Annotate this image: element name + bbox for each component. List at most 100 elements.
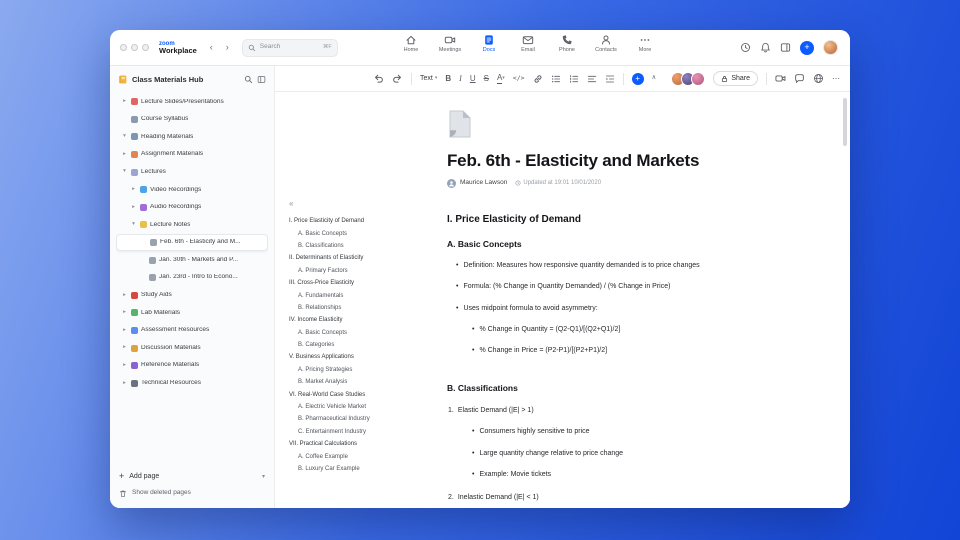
outline-item[interactable]: I. Price Elasticity of Demand: [289, 215, 441, 227]
add-page-chevron-icon[interactable]: ▾: [262, 474, 265, 480]
indent-button[interactable]: [605, 74, 615, 84]
sidebar-item[interactable]: ▸ Discussion Materials: [116, 339, 268, 357]
document-title[interactable]: Feb. 6th - Elasticity and Markets: [447, 151, 782, 171]
sidebar-item[interactable]: ▸ Audio Recordings: [116, 199, 268, 217]
chevron-right-icon[interactable]: ▸: [121, 292, 128, 299]
sidebar-item[interactable]: ▸ Lecture Slides/Presentations: [116, 93, 268, 111]
outline-item[interactable]: B. Pharmaceutical Industry: [289, 413, 441, 425]
insert-block-button[interactable]: +: [631, 72, 644, 85]
new-item-button[interactable]: +: [800, 40, 814, 55]
outline-item[interactable]: A. Basic Concepts: [289, 327, 441, 339]
sidebar-item[interactable]: Feb. 6th - Elasticity and M...: [116, 233, 268, 252]
sidebar-item[interactable]: ▸ Technical Resources: [116, 375, 268, 393]
sidebar-item[interactable]: ▸ Assignment Materials: [116, 146, 268, 164]
tab-contacts[interactable]: Contacts: [593, 34, 619, 54]
add-page-button[interactable]: + Add page ▾: [119, 472, 265, 481]
bell-icon[interactable]: [760, 42, 771, 53]
panel-toggle-icon[interactable]: [780, 42, 791, 53]
document-canvas[interactable]: « I. Price Elasticity of Demand A. Basic …: [275, 92, 850, 508]
global-search-input[interactable]: Search ⌘F: [241, 38, 338, 57]
video-call-button[interactable]: [775, 73, 786, 84]
outline-item[interactable]: B. Market Analysis: [289, 376, 441, 388]
numbered-list-button[interactable]: [569, 74, 579, 84]
bullet-list-button[interactable]: [551, 74, 561, 84]
sidebar-item[interactable]: ▸ Study Aids: [116, 287, 268, 305]
sidebar-item[interactable]: ▸ Assessment Resources: [116, 322, 268, 340]
outline-item[interactable]: VII. Practical Calculations: [289, 438, 441, 450]
outline-item[interactable]: B. Luxury Car Example: [289, 463, 441, 475]
italic-button[interactable]: I: [459, 74, 462, 83]
outline-item[interactable]: B. Categories: [289, 339, 441, 351]
undo-button[interactable]: [373, 73, 384, 84]
chevron-right-icon[interactable]: ▸: [121, 99, 128, 105]
chevron-down-icon[interactable]: ▾: [130, 222, 137, 228]
maximize-window-button[interactable]: [142, 44, 149, 51]
sidebar-item[interactable]: ▾ Lecture Notes: [116, 216, 268, 234]
chevron-right-icon[interactable]: ▸: [121, 345, 128, 351]
sidebar-item[interactable]: Jan. 30th - Markets and P...: [116, 251, 268, 269]
tab-email[interactable]: Email: [515, 34, 541, 54]
outline-item[interactable]: V. Business Applications: [289, 351, 441, 363]
outline-item[interactable]: A. Basic Concepts: [289, 227, 441, 239]
outline-item[interactable]: III. Cross-Price Elasticity: [289, 277, 441, 289]
sidebar-search-icon[interactable]: [244, 75, 253, 84]
chevron-down-icon[interactable]: ▾: [121, 169, 128, 175]
align-button[interactable]: [587, 74, 597, 84]
outline-item[interactable]: B. Relationships: [289, 302, 441, 314]
back-button[interactable]: ‹: [205, 41, 218, 54]
tab-more[interactable]: More: [632, 34, 658, 54]
bold-button[interactable]: B: [445, 74, 451, 83]
collapse-outline-button[interactable]: «: [289, 200, 441, 208]
scrollbar-thumb[interactable]: [843, 98, 847, 146]
text-style-dropdown[interactable]: Text ▾: [420, 75, 437, 82]
redo-button[interactable]: [392, 73, 403, 84]
strikethrough-button[interactable]: S: [484, 74, 489, 83]
underline-button[interactable]: U: [470, 74, 476, 83]
sidebar-item[interactable]: ▾ Reading Materials: [116, 128, 268, 146]
collapse-toolbar-button[interactable]: ∧: [652, 75, 657, 82]
sidebar-item[interactable]: ▾ Lectures: [116, 163, 268, 181]
tab-docs[interactable]: Docs: [476, 34, 502, 54]
outline-item[interactable]: IV. Income Elasticity: [289, 314, 441, 326]
language-globe-button[interactable]: [813, 73, 824, 84]
clock-icon[interactable]: [740, 42, 751, 53]
chevron-right-icon[interactable]: ▸: [121, 362, 128, 369]
sidebar-item[interactable]: ▸ Lab Materials: [116, 304, 268, 322]
outline-item[interactable]: A. Coffee Example: [289, 450, 441, 462]
show-deleted-pages-button[interactable]: Show deleted pages: [119, 489, 265, 498]
outline-item[interactable]: A. Electric Vehicle Market: [289, 401, 441, 413]
sidebar-item[interactable]: ▸ Video Recordings: [116, 181, 268, 199]
chevron-right-icon[interactable]: ▸: [130, 204, 137, 211]
tab-meetings[interactable]: Meetings: [437, 34, 463, 54]
outline-item[interactable]: A. Primary Factors: [289, 265, 441, 277]
chevron-right-icon[interactable]: ▸: [121, 327, 128, 334]
tab-phone[interactable]: Phone: [554, 34, 580, 54]
chevron-down-icon[interactable]: ▾: [121, 134, 128, 140]
sidebar-item[interactable]: Jan. 23rd - Intro to Econo...: [116, 269, 268, 287]
more-options-button[interactable]: ⋯: [832, 74, 840, 83]
close-window-button[interactable]: [120, 44, 127, 51]
link-button[interactable]: [533, 74, 543, 84]
user-avatar[interactable]: [823, 40, 838, 55]
text-color-button[interactable]: A ▾: [496, 73, 505, 84]
outline-item[interactable]: A. Fundamentals: [289, 289, 441, 301]
outline-item[interactable]: A. Pricing Strategies: [289, 364, 441, 376]
chevron-right-icon[interactable]: ▸: [121, 151, 128, 158]
sidebar-item[interactable]: ▸ Reference Materials: [116, 357, 268, 375]
collapse-sidebar-icon[interactable]: [257, 75, 266, 84]
forward-button[interactable]: ›: [221, 41, 234, 54]
tab-home[interactable]: Home: [398, 34, 424, 54]
comments-button[interactable]: [794, 73, 805, 84]
code-button[interactable]: </>: [513, 75, 525, 82]
outline-item[interactable]: C. Entertainment Industry: [289, 426, 441, 438]
outline-item[interactable]: VI. Real-World Case Studies: [289, 388, 441, 400]
sidebar-item[interactable]: Course Syllabus: [116, 111, 268, 129]
collaborator-avatar[interactable]: [691, 71, 706, 86]
chevron-right-icon[interactable]: ▸: [121, 310, 128, 316]
outline-item[interactable]: II. Determinants of Elasticity: [289, 252, 441, 264]
share-button[interactable]: Share: [713, 71, 758, 86]
minimize-window-button[interactable]: [131, 44, 138, 51]
outline-item[interactable]: B. Classifications: [289, 240, 441, 252]
chevron-right-icon[interactable]: ▸: [121, 380, 128, 387]
chevron-right-icon[interactable]: ▸: [130, 186, 137, 193]
